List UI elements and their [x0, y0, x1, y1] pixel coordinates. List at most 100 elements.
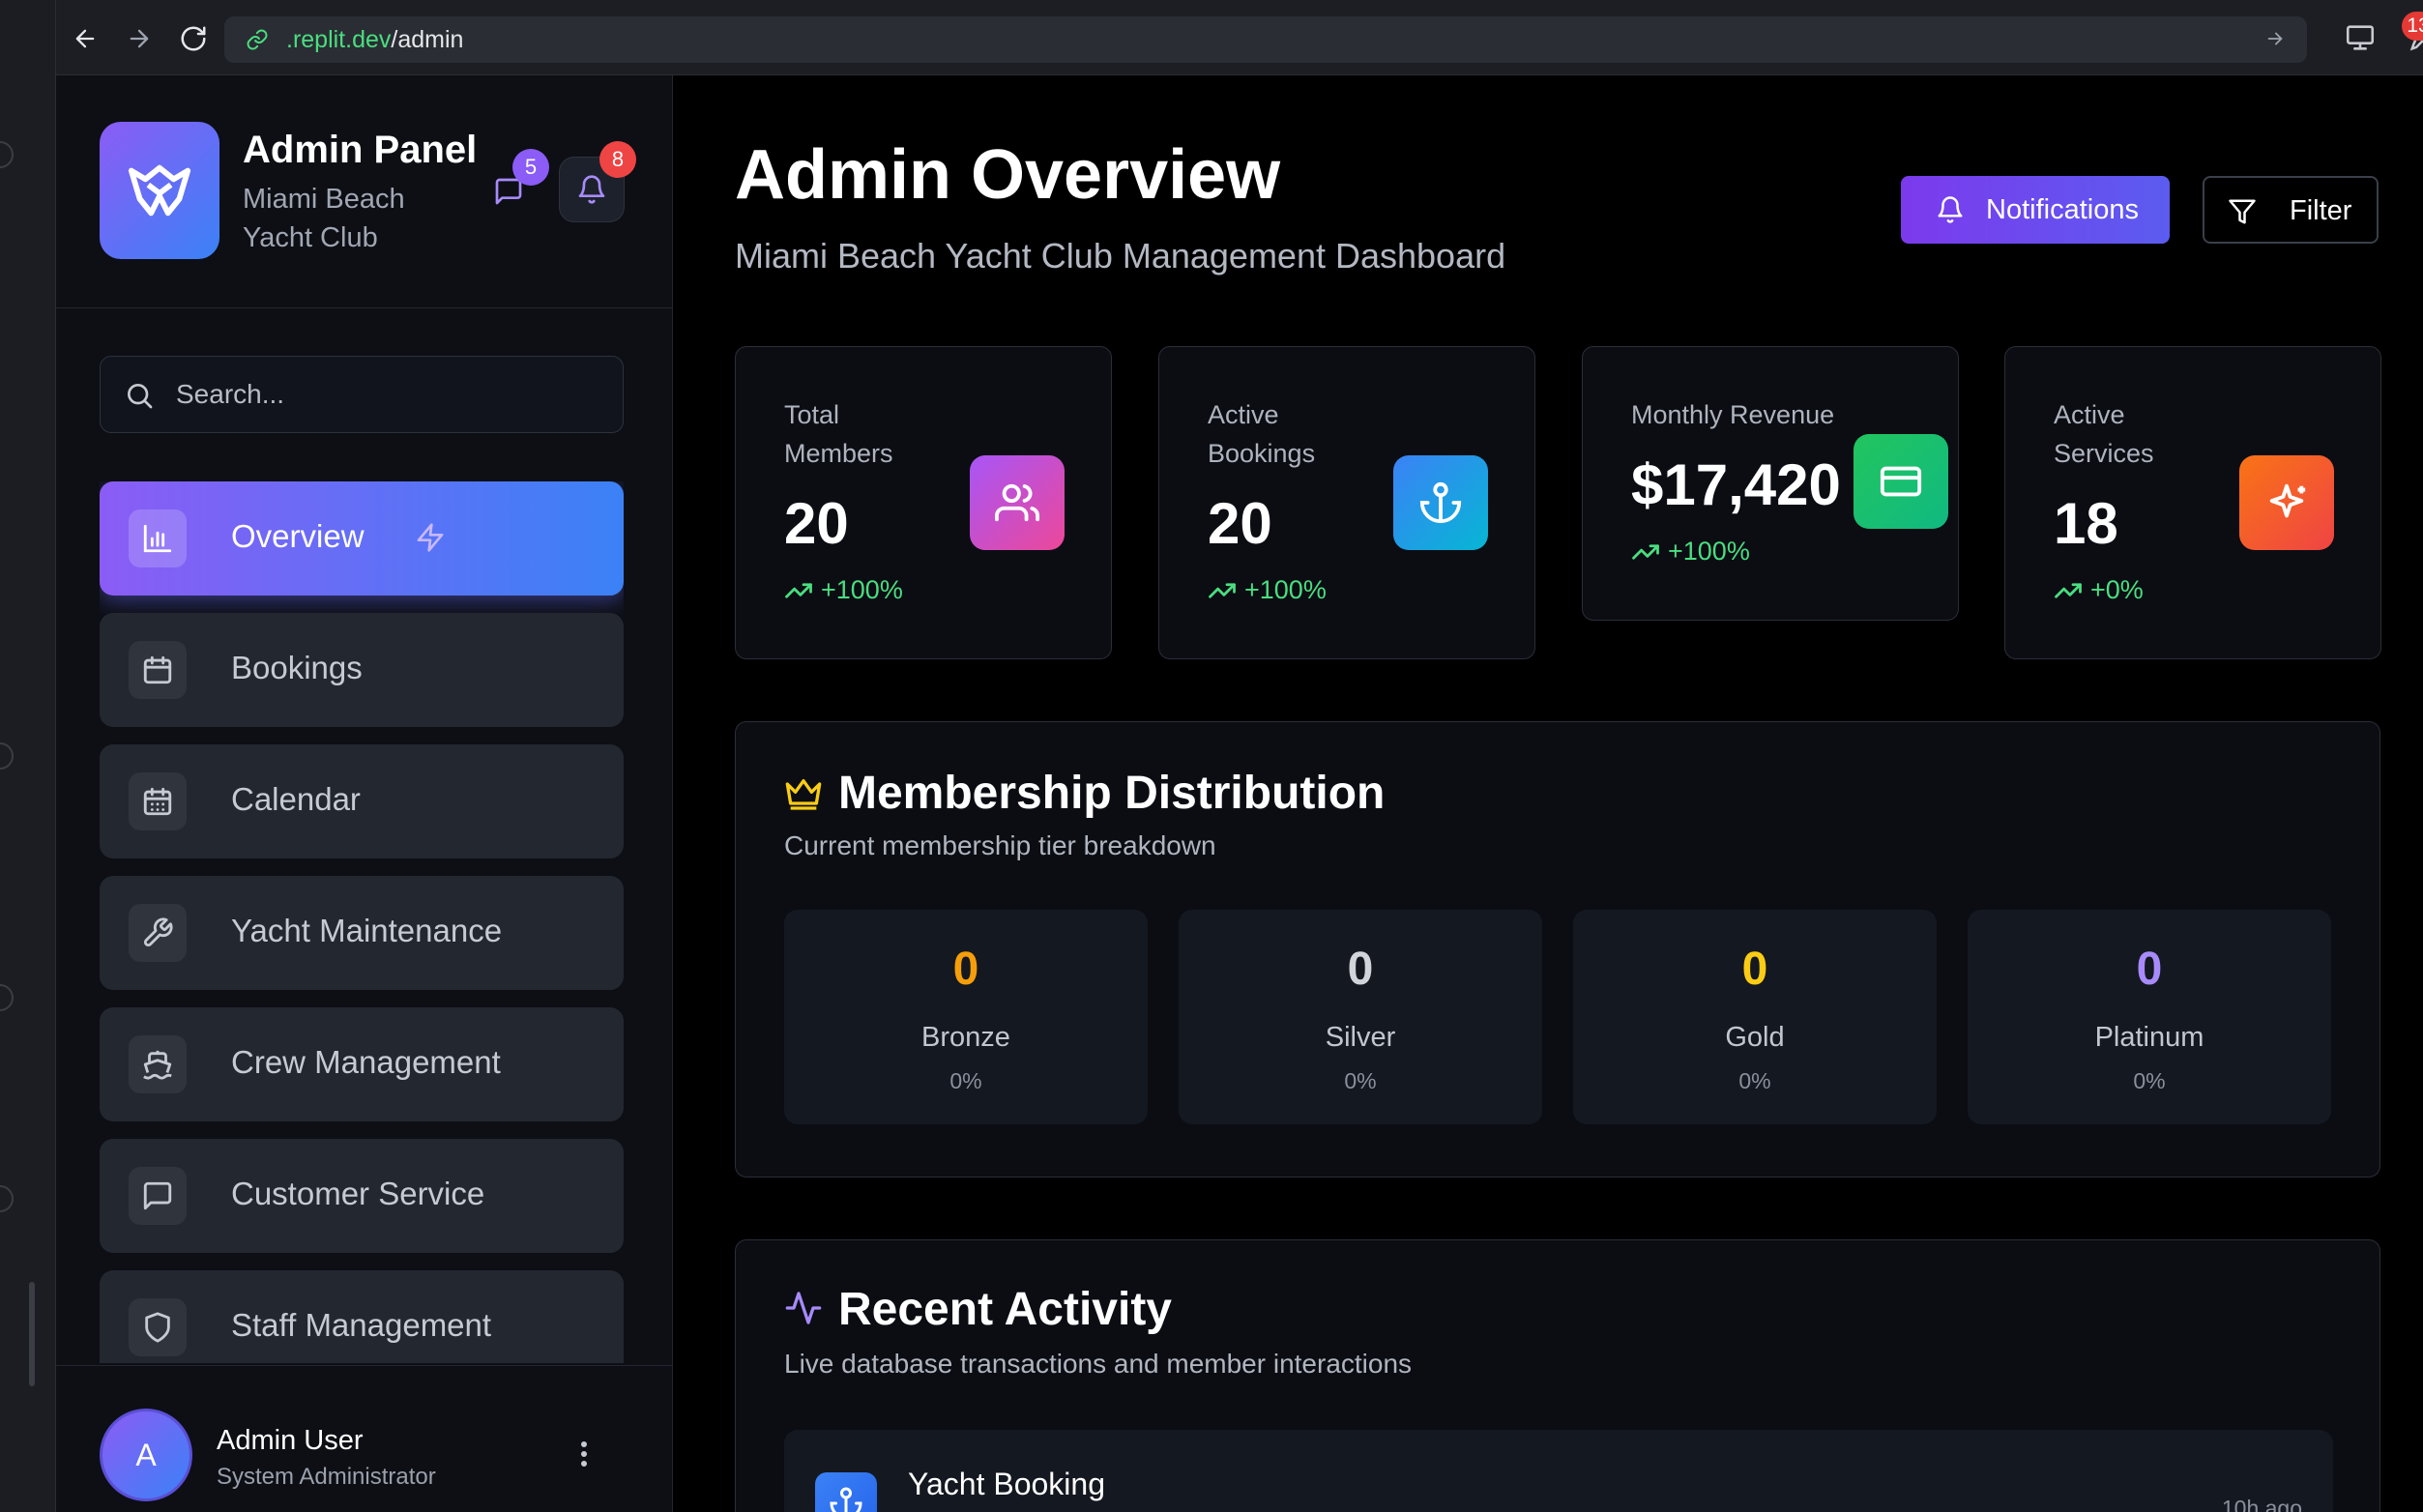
- stat-change: +100%: [1208, 575, 1327, 605]
- notifications-button[interactable]: Notifications: [1901, 176, 2170, 244]
- bar-chart-icon: [129, 509, 187, 567]
- tier-count: 0: [2136, 944, 2163, 995]
- tier-name: Bronze: [921, 1022, 1010, 1053]
- sidebar-item-crew-management[interactable]: Crew Management: [100, 1007, 624, 1121]
- panel-circle-icon: [0, 1185, 14, 1212]
- forward-button[interactable]: [122, 21, 157, 56]
- stat-value: 18: [2054, 491, 2118, 556]
- bell-icon: [1936, 195, 1965, 224]
- sidebar-item-bookings[interactable]: Bookings: [100, 613, 624, 727]
- messages-badge: 5: [512, 149, 549, 186]
- sidebar-item-calendar[interactable]: Calendar: [100, 744, 624, 858]
- tier-card-silver: 0 Silver 0%: [1179, 910, 1542, 1124]
- trending-up-icon: [1209, 582, 1236, 598]
- tier-count: 0: [1741, 944, 1768, 995]
- browser-toolbar: .replit.dev/admin 13: [56, 0, 2423, 75]
- tier-percent: 0%: [949, 1068, 982, 1093]
- activity-title: Recent Activity: [838, 1284, 1172, 1335]
- logo-mark-icon: [128, 164, 191, 217]
- zap-icon: [415, 522, 446, 553]
- address-bar[interactable]: .replit.dev/admin: [224, 16, 2307, 63]
- membership-subtitle: Current membership tier breakdown: [784, 830, 1216, 860]
- tier-percent: 0%: [1344, 1068, 1377, 1093]
- link-icon: [246, 28, 269, 51]
- side-scrollbar[interactable]: [29, 1282, 35, 1386]
- reload-icon: [181, 26, 206, 51]
- recent-activity-panel: Recent Activity Live database transactio…: [735, 1239, 2380, 1512]
- sidebar-item-label: Yacht Maintenance: [231, 913, 503, 948]
- tier-name: Platinum: [2094, 1022, 2204, 1053]
- page-subtitle: Miami Beach Yacht Club Management Dashbo…: [735, 236, 1506, 276]
- tier-count: 0: [952, 944, 979, 995]
- activity-item[interactable]: Yacht Booking 10h ago: [784, 1430, 2333, 1512]
- sidebar-item-label: Calendar: [231, 781, 361, 817]
- side-panel-edge: [0, 0, 56, 1512]
- filter-button[interactable]: Filter: [2203, 176, 2379, 244]
- tier-name: Gold: [1725, 1022, 1785, 1053]
- notifications-label: Notifications: [1986, 194, 2139, 225]
- search-input[interactable]: Search...: [100, 356, 624, 433]
- activity-subtitle: Live database transactions and member in…: [784, 1349, 1413, 1379]
- sparkles-icon: [2239, 455, 2334, 550]
- panel-circle-icon: [0, 141, 14, 168]
- sidebar-item-label: Bookings: [231, 650, 363, 685]
- sidebar-item-yacht-maintenance[interactable]: Yacht Maintenance: [100, 876, 624, 990]
- stat-change: +0%: [2054, 575, 2144, 605]
- go-arrow-icon[interactable]: [2264, 28, 2286, 49]
- trending-up-icon: [1632, 543, 1659, 560]
- stat-change-value: +100%: [1668, 537, 1750, 566]
- sidebar-item-overview[interactable]: Overview: [100, 481, 624, 596]
- anchor-icon: [815, 1472, 877, 1512]
- user-role: System Administrator: [217, 1464, 436, 1490]
- panel-circle-icon: [0, 742, 14, 770]
- page-title: Admin Overview: [735, 136, 1281, 214]
- sidebar: Admin Panel Miami Beach Yacht Club 5 8 S…: [56, 75, 673, 1512]
- back-button[interactable]: [68, 21, 102, 56]
- bell-icon: [578, 175, 605, 204]
- wrench-icon: [129, 904, 187, 962]
- stat-label: Active Bookings: [1208, 400, 1316, 468]
- tier-percent: 0%: [1738, 1068, 1771, 1093]
- credit-card-icon: [1854, 434, 1948, 529]
- stat-value: $17,420: [1631, 452, 1841, 517]
- arrow-right-icon: [130, 29, 149, 48]
- users-icon: [970, 455, 1065, 550]
- trending-up-icon: [2055, 582, 2082, 598]
- filter-label: Filter: [2290, 195, 2352, 226]
- sidebar-item-label: Customer Service: [231, 1176, 485, 1211]
- stat-label: Active Services: [2054, 400, 2154, 468]
- stat-card-active-bookings: Active Bookings 20 +100%: [1158, 346, 1535, 659]
- avatar[interactable]: A: [100, 1409, 192, 1501]
- divider: [56, 1365, 673, 1366]
- stat-change-value: +100%: [821, 575, 903, 604]
- message-square-icon: [129, 1167, 187, 1225]
- stat-card-active-services: Active Services 18 +0%: [2004, 346, 2381, 659]
- sidebar-item-customer-service[interactable]: Customer Service: [100, 1139, 624, 1253]
- sidebar-item-label: Crew Management: [231, 1044, 501, 1080]
- calendar-grid-icon: [129, 772, 187, 830]
- calendar-icon: [129, 641, 187, 699]
- tier-card-gold: 0 Gold 0%: [1573, 910, 1937, 1124]
- activity-icon: [784, 1289, 823, 1327]
- user-menu-button[interactable]: [565, 1435, 603, 1473]
- crown-icon: [784, 774, 823, 813]
- brand-subtitle: Miami Beach Yacht Club: [243, 184, 405, 253]
- user-name: Admin User: [217, 1425, 364, 1456]
- more-vertical-icon: [581, 1441, 587, 1467]
- reload-button[interactable]: [176, 21, 211, 56]
- stat-value: 20: [784, 491, 849, 556]
- tier-card-platinum: 0 Platinum 0%: [1968, 910, 2331, 1124]
- stat-change-value: +100%: [1244, 575, 1327, 604]
- url-domain: .replit.dev: [286, 25, 392, 53]
- url-path: /admin: [391, 25, 464, 53]
- search-placeholder: Search...: [176, 379, 285, 409]
- tier-card-bronze: 0 Bronze 0%: [784, 910, 1148, 1124]
- notifications-badge: 8: [599, 141, 636, 178]
- activity-item-time: 10h ago: [2221, 1496, 2302, 1512]
- sidebar-item-staff-management[interactable]: Staff Management: [100, 1270, 624, 1363]
- ship-icon: [129, 1035, 187, 1093]
- search-icon: [124, 380, 155, 411]
- monitor-icon[interactable]: [2344, 21, 2377, 54]
- extension-badge: 13: [2402, 12, 2423, 41]
- shield-icon: [129, 1298, 187, 1356]
